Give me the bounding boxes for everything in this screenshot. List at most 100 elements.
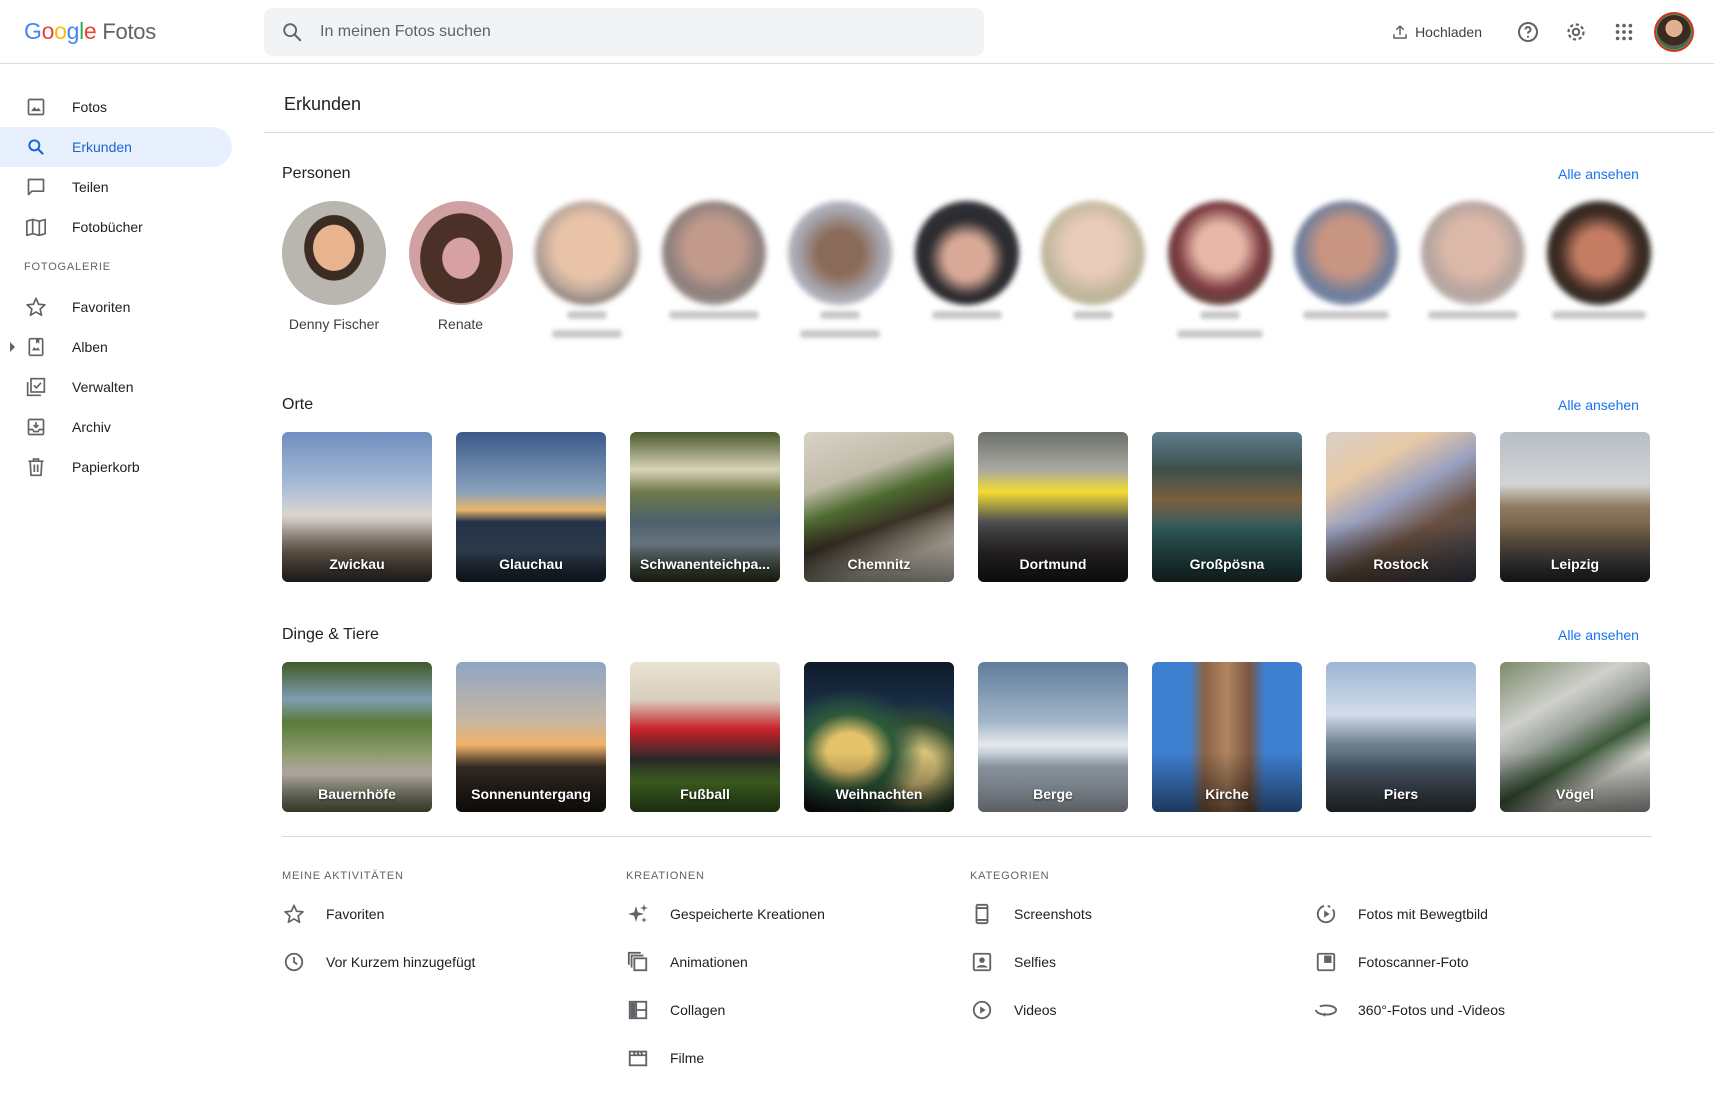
top-app-bar: Google Fotos Hochladen xyxy=(0,0,1714,64)
thing-tile[interactable]: Sonnenuntergang xyxy=(456,662,606,812)
thing-tile[interactable]: Berge xyxy=(978,662,1128,812)
tile-label: Weihnachten xyxy=(835,786,923,802)
google-photos-logo[interactable]: Google Fotos xyxy=(24,18,156,45)
place-tile[interactable]: Leipzig xyxy=(1500,432,1650,582)
things-see-all-link[interactable]: Alle ansehen xyxy=(1558,627,1639,643)
search-bar[interactable] xyxy=(264,8,984,56)
things-row: Bauernhöfe Sonnenuntergang Fußball Weihn… xyxy=(282,662,1674,812)
sidebar-item-verwalten[interactable]: Verwalten xyxy=(0,367,256,407)
thing-tile[interactable]: Bauernhöfe xyxy=(282,662,432,812)
thing-tile[interactable]: Weihnachten xyxy=(804,662,954,812)
person-item[interactable] xyxy=(1041,201,1145,343)
sidebar-item-favoriten[interactable]: Favoriten xyxy=(0,287,256,327)
category-360[interactable]: 360°-Fotos und -Videos xyxy=(1314,986,1658,1034)
person-face xyxy=(1041,201,1145,305)
category-motion-photos[interactable]: Fotos mit Bewegtbild xyxy=(1314,890,1658,938)
person-item[interactable]: Renate xyxy=(408,201,513,343)
category-videos[interactable]: Videos xyxy=(970,986,1314,1034)
creation-animations[interactable]: Animationen xyxy=(626,938,970,986)
categories-column: KATEGORIEN Screenshots Selfies Videos xyxy=(970,870,1314,1034)
place-tile[interactable]: Schwanenteichpa... xyxy=(630,432,780,582)
person-item[interactable] xyxy=(788,201,892,343)
upload-button[interactable]: Hochladen xyxy=(1391,23,1482,41)
person-name: Renate xyxy=(437,316,484,332)
thing-tile[interactable]: Kirche xyxy=(1152,662,1302,812)
apps-grid-icon[interactable] xyxy=(1600,8,1648,56)
sidebar-item-papierkorb[interactable]: Papierkorb xyxy=(0,447,256,487)
blurred-person-name xyxy=(567,311,607,319)
page-title: Erkunden xyxy=(284,94,362,114)
category-label: Fotos mit Bewegtbild xyxy=(1358,906,1488,922)
creations-heading: KREATIONEN xyxy=(626,870,705,882)
sidebar-item-erkunden[interactable]: Erkunden xyxy=(0,127,232,167)
person-item[interactable] xyxy=(1420,201,1525,343)
person-item[interactable] xyxy=(1547,201,1651,343)
tile-label: Fußball xyxy=(680,786,730,802)
activity-favorites[interactable]: Favoriten xyxy=(282,890,626,938)
header-actions: Hochladen xyxy=(1391,0,1714,64)
account-avatar[interactable] xyxy=(1654,12,1694,52)
thing-tile[interactable]: Vögel xyxy=(1500,662,1650,812)
thing-tile[interactable]: Piers xyxy=(1326,662,1476,812)
blurred-person-name xyxy=(800,330,880,338)
sidebar-item-label: Archiv xyxy=(72,419,111,435)
search-icon[interactable] xyxy=(264,8,320,56)
sidebar-item-teilen[interactable]: Teilen xyxy=(0,167,256,207)
expand-arrow-icon[interactable] xyxy=(10,342,15,352)
place-tile[interactable]: Dortmund xyxy=(978,432,1128,582)
place-tile[interactable]: Rostock xyxy=(1326,432,1476,582)
person-item[interactable] xyxy=(661,201,766,343)
person-item[interactable] xyxy=(1167,201,1272,343)
activity-label: Vor Kurzem hinzugefügt xyxy=(326,954,476,970)
tile-label: Chemnitz xyxy=(847,556,911,572)
sidebar-item-label: Alben xyxy=(72,339,108,355)
people-row: Denny Fischer Renate xyxy=(282,201,1674,343)
place-tile[interactable]: Chemnitz xyxy=(804,432,954,582)
tile-label: Glauchau xyxy=(499,556,563,572)
creation-label: Collagen xyxy=(670,1002,726,1018)
creation-saved[interactable]: Gespeicherte Kreationen xyxy=(626,890,970,938)
place-tile[interactable]: Großpösna xyxy=(1152,432,1302,582)
category-selfies[interactable]: Selfies xyxy=(970,938,1314,986)
blurred-person-name xyxy=(1199,311,1240,319)
people-section-title: Personen xyxy=(282,165,351,182)
help-icon[interactable] xyxy=(1504,8,1552,56)
settings-gear-icon[interactable] xyxy=(1552,8,1600,56)
photo-icon xyxy=(24,95,48,119)
sidebar-item-alben[interactable]: Alben xyxy=(0,327,256,367)
search-input[interactable] xyxy=(320,23,920,41)
activities-heading: MEINE AKTIVITÄTEN xyxy=(282,870,404,882)
logo-product: Fotos xyxy=(102,19,156,44)
category-photoscan[interactable]: Fotoscanner-Foto xyxy=(1314,938,1658,986)
place-tile[interactable]: Zwickau xyxy=(282,432,432,582)
blurred-person-name xyxy=(820,311,860,319)
person-item[interactable] xyxy=(535,201,639,343)
place-tile[interactable]: Glauchau xyxy=(456,432,606,582)
animation-icon xyxy=(626,950,650,974)
sidebar-item-label: Fotobücher xyxy=(72,219,143,235)
photoscan-icon xyxy=(1314,950,1338,974)
thing-tile[interactable]: Fußball xyxy=(630,662,780,812)
sidebar-item-archiv[interactable]: Archiv xyxy=(0,407,256,447)
person-face xyxy=(1420,201,1525,305)
creation-collages[interactable]: Collagen xyxy=(626,986,970,1034)
tile-label: Vögel xyxy=(1555,786,1595,802)
person-item[interactable]: Denny Fischer xyxy=(282,201,386,343)
people-see-all-link[interactable]: Alle ansehen xyxy=(1558,166,1639,182)
category-label: Fotoscanner-Foto xyxy=(1358,954,1469,970)
activity-recently-added[interactable]: Vor Kurzem hinzugefügt xyxy=(282,938,626,986)
category-screenshots[interactable]: Screenshots xyxy=(970,890,1314,938)
person-item[interactable] xyxy=(914,201,1019,343)
sidebar-item-fotobuecher[interactable]: Fotobücher xyxy=(0,207,256,247)
creation-movies[interactable]: Filme xyxy=(626,1034,970,1082)
places-see-all-link[interactable]: Alle ansehen xyxy=(1558,397,1639,413)
activity-label: Favoriten xyxy=(326,906,385,922)
person-face xyxy=(914,201,1019,305)
rotate-360-icon xyxy=(1314,998,1338,1022)
creation-label: Animationen xyxy=(670,954,748,970)
sidebar-item-fotos[interactable]: Fotos xyxy=(0,87,256,127)
clock-icon xyxy=(282,950,306,974)
person-item[interactable] xyxy=(1294,201,1398,343)
category-label: Screenshots xyxy=(1014,906,1092,922)
